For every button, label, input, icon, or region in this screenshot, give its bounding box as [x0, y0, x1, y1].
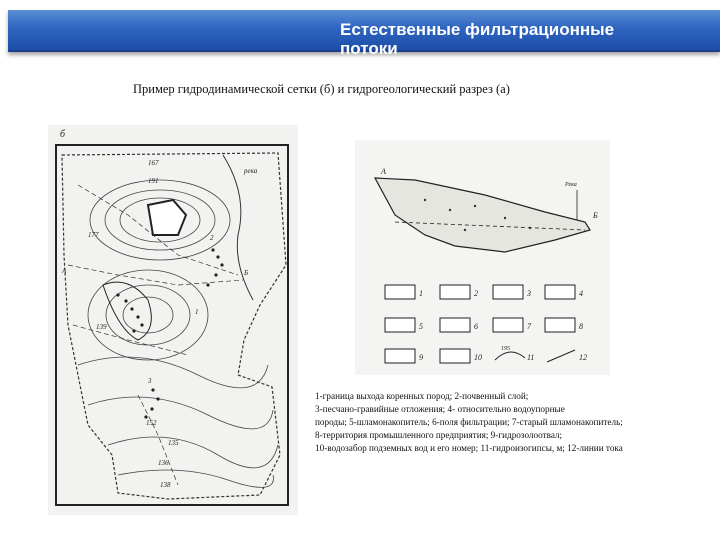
legend-number: 1 [419, 289, 423, 298]
legend-contour-value: 195 [501, 346, 510, 352]
contour-value: 152 [146, 419, 157, 427]
map-label: река [243, 167, 258, 175]
contour-value: 136 [158, 459, 169, 467]
legend-number: 10 [474, 353, 482, 362]
legend-symbol [492, 317, 524, 333]
legend-text: 1-граница выхода коренных пород; 2-почве… [315, 390, 715, 455]
legend-number: 2 [474, 289, 478, 298]
map-label: 1 [195, 308, 199, 316]
legend-line: 3-песчано-гравийные отложения; 4- относи… [315, 404, 565, 414]
legend-symbol [439, 317, 471, 333]
contour-value: 139 [96, 323, 107, 331]
legend-number: 5 [419, 322, 423, 331]
legend-line: породы; 5-шламонакопитель; 6-поля фильтр… [315, 417, 623, 427]
section-label: Б [592, 211, 598, 220]
legend-line: 8-территория промышленного предприятия; … [315, 430, 563, 440]
section-label: Река [564, 182, 577, 188]
legend-number: 8 [579, 322, 583, 331]
figure-caption: Пример гидродинамической сетки (б) и гид… [133, 82, 510, 96]
legend-number: 4 [579, 289, 583, 298]
legend-number: 11 [527, 353, 534, 362]
contour-value: 138 [160, 481, 171, 489]
contour-value: 191 [148, 177, 159, 185]
contour-value: 177 [88, 231, 99, 239]
legend-symbol [439, 348, 471, 364]
map-label: 3 [147, 377, 152, 385]
map-label: Б [243, 269, 248, 277]
legend-number: 3 [526, 289, 531, 298]
legend-line: 1-граница выхода коренных пород; 2-почве… [315, 391, 529, 401]
legend-line: 10-водозабор подземных вод и его номер; … [315, 443, 623, 453]
map-label: А [61, 267, 67, 275]
legend-number: 12 [579, 353, 587, 362]
cross-section: А Б Река 1 2 3 4 5 6 7 8 9 10 11 12 195 [355, 140, 610, 375]
legend-symbol [492, 284, 524, 300]
legend-symbol [384, 348, 416, 364]
legend-symbol [544, 317, 576, 333]
legend-number: 9 [419, 353, 423, 362]
legend-symbol [384, 317, 416, 333]
map-label: 2 [210, 234, 214, 242]
slide-title: Естественные фильтрационные потоки [340, 20, 615, 58]
legend-symbol [384, 284, 416, 300]
hydrodynamic-map: б А Б река 1 2 3 167 191 177 139 152 135… [48, 125, 298, 515]
contour-value: 167 [148, 159, 159, 167]
legend-symbol [439, 284, 471, 300]
legend-symbol [544, 284, 576, 300]
section-label: А [380, 167, 386, 176]
legend-number: 6 [474, 322, 478, 331]
contour-value: 135 [168, 439, 179, 447]
